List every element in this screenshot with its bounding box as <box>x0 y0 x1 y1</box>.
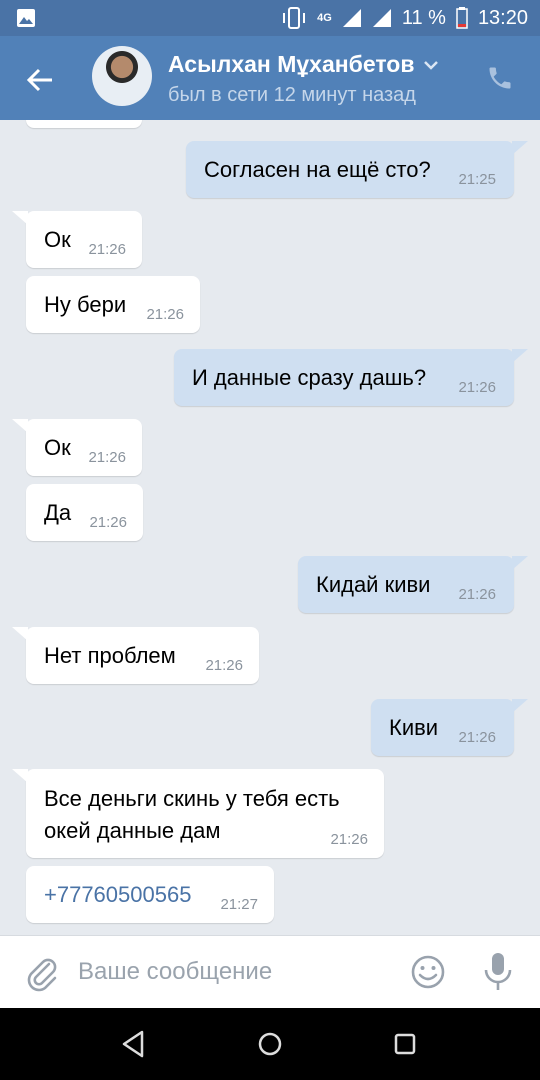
message-text: Нет проблем <box>44 643 176 668</box>
message-bubble-incoming[interactable]: Все деньги скинь у тебя есть окей данные… <box>26 769 384 858</box>
status-icons: 4G 11 % 13:20 <box>281 0 528 36</box>
contact-name-dropdown[interactable]: Асылхан Мұханбетов <box>168 51 439 78</box>
message-bubble-incoming[interactable]: Ну бери 21:26 <box>26 276 200 333</box>
message-bubble-incoming[interactable]: Ок 21:26 <box>26 419 142 476</box>
phone-icon <box>489 67 511 89</box>
paperclip-icon[interactable] <box>22 952 62 992</box>
bubble-tail <box>512 141 528 155</box>
contact-status: был в сети 12 минут назад <box>168 84 416 106</box>
message-time: 21:26 <box>205 657 243 674</box>
message-time: 21:26 <box>88 449 126 466</box>
back-triangle-icon[interactable] <box>116 1026 152 1062</box>
message-time: 21:25 <box>458 171 496 188</box>
message-list[interactable]: Согласен на ещё сто? 21:25 Ок 21:26 Ну б… <box>0 120 540 935</box>
phone-number-link[interactable]: +77760500565 <box>44 879 191 911</box>
message-input[interactable] <box>78 950 388 994</box>
bubble-tail <box>12 627 28 641</box>
message-text: Ну бери <box>44 292 127 317</box>
message-composer <box>0 935 540 1008</box>
message-text: Кидай киви <box>316 572 431 597</box>
battery-icon <box>456 7 468 29</box>
message-time: 21:26 <box>89 514 127 531</box>
message-bubble-incoming[interactable]: Ок 21:26 <box>26 211 142 268</box>
bubble-tail <box>512 699 528 713</box>
vibrate-icon <box>283 7 306 29</box>
recents-square-icon[interactable] <box>387 1026 423 1062</box>
battery-percent: 11 % <box>401 6 446 29</box>
status-bar: 4G 11 % 13:20 <box>0 0 540 36</box>
message-time: 21:26 <box>458 729 496 746</box>
bubble-tail <box>512 556 528 570</box>
image-icon <box>17 9 35 27</box>
message-time: 21:27 <box>220 896 258 913</box>
message-text: Все деньги скинь у тебя есть окей данные… <box>44 786 340 843</box>
wifi-icon <box>372 9 391 27</box>
message-bubble-partial[interactable] <box>26 120 142 128</box>
message-time: 21:26 <box>458 586 496 603</box>
emoji-icon[interactable] <box>408 952 448 992</box>
message-time: 21:26 <box>88 241 126 258</box>
message-time: 21:26 <box>458 379 496 396</box>
message-bubble-outgoing[interactable]: Кидай киви 21:26 <box>298 556 514 613</box>
message-bubble-outgoing[interactable]: Согласен на ещё сто? 21:25 <box>186 141 514 198</box>
message-text: Ок <box>44 227 71 252</box>
message-bubble-incoming[interactable]: Нет проблем 21:26 <box>26 627 259 684</box>
bubble-tail <box>12 419 28 433</box>
back-arrow-icon <box>26 68 52 92</box>
chevron-down-icon <box>423 60 438 70</box>
message-bubble-outgoing[interactable]: Киви 21:26 <box>371 699 514 756</box>
message-text: Киви <box>389 715 439 740</box>
avatar[interactable] <box>92 46 152 106</box>
bubble-tail <box>512 349 528 363</box>
clock: 13:20 <box>477 6 528 29</box>
system-nav-bar <box>0 1008 540 1080</box>
message-text: Да <box>44 500 72 525</box>
back-button[interactable] <box>18 58 62 102</box>
message-time: 21:26 <box>330 831 368 848</box>
contact-name: Асылхан Мұханбетов <box>168 51 415 77</box>
network-type: 4G <box>317 11 332 24</box>
message-text: Ок <box>44 435 71 460</box>
call-button[interactable] <box>480 58 520 98</box>
message-bubble-incoming[interactable]: +77760500565 21:27 <box>26 866 274 923</box>
message-bubble-incoming[interactable]: Да 21:26 <box>26 484 143 541</box>
microphone-icon[interactable] <box>478 950 518 994</box>
bubble-tail <box>12 769 28 783</box>
message-bubble-outgoing[interactable]: И данные сразу дашь? 21:26 <box>174 349 514 406</box>
message-text: Согласен на ещё сто? <box>204 157 431 182</box>
home-circle-icon[interactable] <box>252 1026 288 1062</box>
signal-icon <box>342 9 361 27</box>
chat-header: Асылхан Мұханбетов был в сети 12 минут н… <box>0 36 540 120</box>
bubble-tail <box>12 211 28 225</box>
message-time: 21:26 <box>146 306 184 323</box>
message-text: И данные сразу дашь? <box>192 365 427 390</box>
